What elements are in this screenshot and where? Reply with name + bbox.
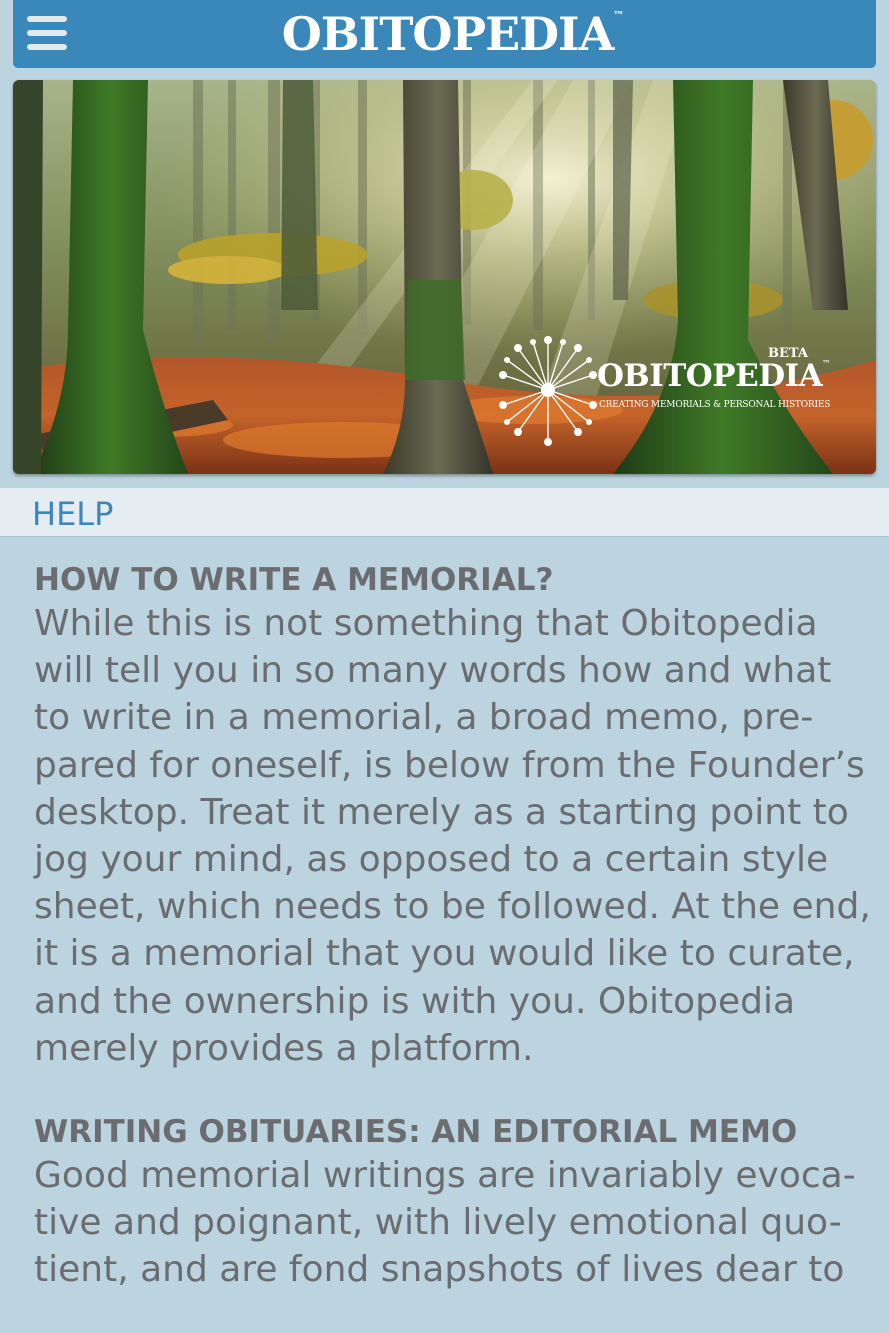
body-line: desktop. Treat it merely as a starting p… <box>34 791 849 833</box>
body-line: sheet, which needs to be followed. At th… <box>34 886 871 928</box>
section-body: Good memorial writings are invariably ev… <box>34 1152 864 1294</box>
menu-line <box>27 44 67 50</box>
body-line: jog your mind, as opposed to a certain s… <box>34 839 829 881</box>
menu-line <box>27 16 67 22</box>
section-title: HOW TO WRITE A MEMORIAL? <box>34 562 554 598</box>
help-page: OBITOPEDIA™ BETA OBITOPEDIA™ CREATING ME… <box>0 0 889 1333</box>
hero-banner: BETA OBITOPEDIA™ CREATING MEMORIALS & PE… <box>13 80 876 474</box>
body-line: merely provides a platform. <box>34 1027 534 1069</box>
body-line: to write in a memorial, a broad memo, pr… <box>34 697 814 739</box>
dandelion-icon <box>499 336 597 446</box>
top-header-bar: OBITOPEDIA™ <box>13 0 876 68</box>
brand-logo[interactable]: OBITOPEDIA™ <box>263 8 643 60</box>
body-line: While this is not something that Obitope… <box>34 603 818 644</box>
help-heading: HELP <box>32 495 114 533</box>
body-line: will tell you in so many words how and w… <box>34 650 832 692</box>
help-content: HOW TO WRITE A MEMORIAL? While this is n… <box>34 560 871 1294</box>
section-title: WRITING OBITUARIES: AN EDITORIAL MEMO <box>34 1114 798 1151</box>
help-section-bar: HELP <box>0 488 889 537</box>
body-line: it is a memorial that you would like to … <box>34 933 855 975</box>
section-body: While this is not something that Obitope… <box>34 600 871 1072</box>
hero-brand-trademark: ™ <box>822 358 830 368</box>
brand-name: OBITOPEDIA <box>281 7 615 61</box>
body-line: Good memorial writings are invariably ev… <box>34 1155 856 1197</box>
menu-line <box>27 30 67 36</box>
hamburger-menu-icon[interactable] <box>27 16 69 52</box>
hero-brand-name: OBITOPEDIA™ <box>597 358 830 394</box>
body-line: pared for oneself, is below from the Fou… <box>34 744 865 786</box>
hero-logo-overlay: BETA OBITOPEDIA™ CREATING MEMORIALS & PE… <box>493 330 853 450</box>
brand-trademark: ™ <box>613 9 625 22</box>
body-line: tient, and are fond snapshots of lives d… <box>34 1249 845 1291</box>
body-line: and the ownership is with you. Obitopedi… <box>34 980 796 1022</box>
body-line: tive and poignant, with lively emotional… <box>34 1202 842 1244</box>
hero-brand-text: OBITOPEDIA <box>597 358 823 394</box>
hero-tagline: CREATING MEMORIALS & PERSONAL HISTORIES <box>599 400 831 410</box>
